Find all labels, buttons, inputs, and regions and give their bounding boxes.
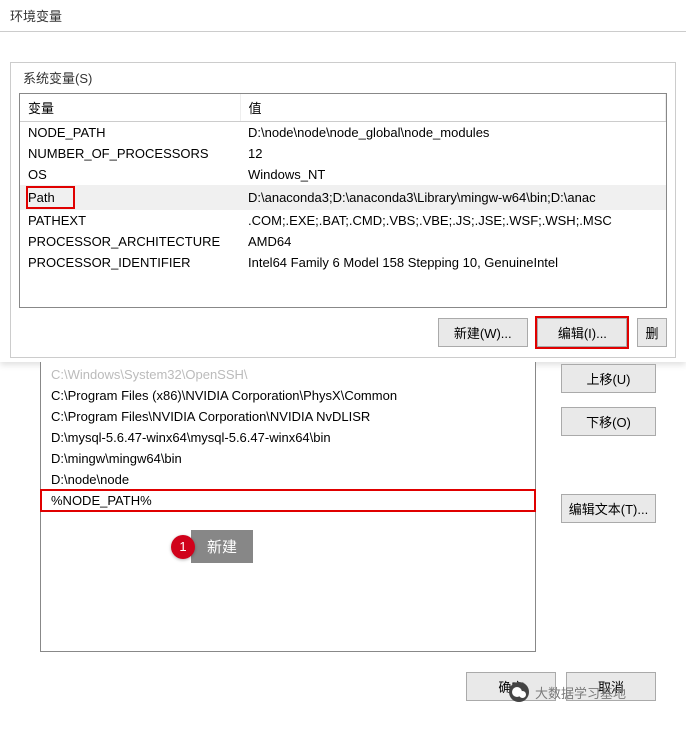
var-value: Intel64 Family 6 Model 158 Stepping 10, …	[240, 252, 666, 273]
table-row[interactable]: PROCESSOR_ARCHITECTURE AMD64	[20, 231, 666, 252]
move-up-button[interactable]: 上移(U)	[561, 364, 656, 393]
var-value: D:\anaconda3;D:\anaconda3\Library\mingw-…	[240, 185, 666, 210]
var-value: AMD64	[240, 231, 666, 252]
table-row[interactable]: NODE_PATH D:\node\node\node_global\node_…	[20, 122, 666, 144]
system-variables-legend: 系统变量(S)	[19, 68, 96, 87]
var-name: PATHEXT	[20, 210, 240, 231]
path-entries-list[interactable]: C:\Windows\System32\OpenSSH\ C:\Program …	[40, 362, 536, 652]
var-value: Windows_NT	[240, 164, 666, 185]
table-row[interactable]: OS Windows_NT	[20, 164, 666, 185]
watermark: 大数据学习基地	[509, 682, 626, 702]
list-item[interactable]: C:\Program Files (x86)\NVIDIA Corporatio…	[41, 385, 535, 406]
table-row[interactable]: PROCESSOR_IDENTIFIER Intel64 Family 6 Mo…	[20, 252, 666, 273]
new-button[interactable]: 新建(W)...	[438, 318, 528, 347]
list-item-nodepath[interactable]: %NODE_PATH%	[41, 490, 535, 511]
var-name: NODE_PATH	[20, 122, 240, 144]
annotation-number: 1	[171, 535, 195, 559]
annotation-label: 新建	[191, 530, 253, 563]
window-title: 环境变量	[0, 0, 686, 32]
table-row[interactable]: PATHEXT .COM;.EXE;.BAT;.CMD;.VBS;.VBE;.J…	[20, 210, 666, 231]
table-row-path[interactable]: Path D:\anaconda3;D:\anaconda3\Library\m…	[20, 185, 666, 210]
list-item[interactable]: C:\Windows\System32\OpenSSH\	[41, 364, 535, 385]
wechat-icon	[509, 682, 529, 702]
system-variables-group: 系统变量(S) 变量 值 NODE_PATH D:\node\node\node…	[10, 62, 676, 358]
watermark-text: 大数据学习基地	[535, 683, 626, 702]
annotation-callout: 1 新建	[171, 530, 253, 563]
var-name: OS	[20, 164, 240, 185]
col-header-value[interactable]: 值	[240, 94, 666, 122]
table-row[interactable]: NUMBER_OF_PROCESSORS 12	[20, 143, 666, 164]
var-value: D:\node\node\node_global\node_modules	[240, 122, 666, 144]
list-item[interactable]: D:\mingw\mingw64\bin	[41, 448, 535, 469]
var-name: Path	[20, 185, 240, 210]
list-item[interactable]: D:\mysql-5.6.47-winx64\mysql-5.6.47-winx…	[41, 427, 535, 448]
col-header-name[interactable]: 变量	[20, 94, 240, 122]
edit-button[interactable]: 编辑(I)...	[537, 318, 627, 347]
var-name: NUMBER_OF_PROCESSORS	[20, 143, 240, 164]
var-name: PROCESSOR_ARCHITECTURE	[20, 231, 240, 252]
list-item[interactable]: D:\node\node	[41, 469, 535, 490]
var-value: 12	[240, 143, 666, 164]
edit-text-button[interactable]: 编辑文本(T)...	[561, 494, 656, 523]
system-variables-table[interactable]: 变量 值 NODE_PATH D:\node\node\node_global\…	[19, 93, 667, 308]
list-item[interactable]: C:\Program Files\NVIDIA Corporation\NVID…	[41, 406, 535, 427]
var-value: .COM;.EXE;.BAT;.CMD;.VBS;.VBE;.JS;.JSE;.…	[240, 210, 666, 231]
delete-button[interactable]: 删	[637, 318, 667, 347]
move-down-button[interactable]: 下移(O)	[561, 407, 656, 436]
var-name: PROCESSOR_IDENTIFIER	[20, 252, 240, 273]
